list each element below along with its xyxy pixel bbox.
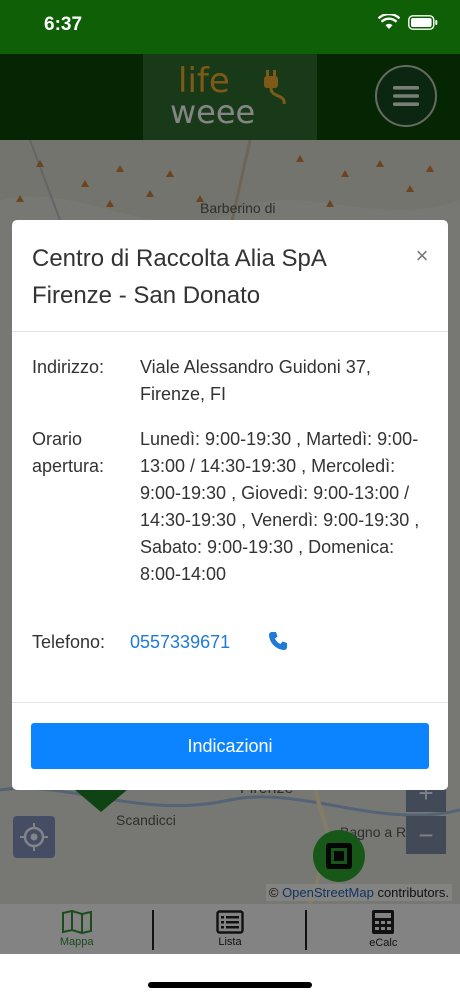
tab-ecalc[interactable]: eCalc [307,904,460,954]
status-bar: 6:37 [0,0,460,54]
close-button[interactable]: × [410,243,434,268]
status-icons [378,14,438,30]
home-area [0,954,460,996]
home-indicator[interactable] [148,982,312,988]
modal-footer: Indicazioni [12,702,448,790]
status-time: 6:37 [44,14,83,35]
hours-value: Lunedì: 9:00-19:30 , Martedì: 9:00-13:00… [140,429,420,584]
calculator-icon [372,910,395,934]
hours-label: Orario apertura: [32,429,105,476]
phone-row: Telefono: 0557339671 [32,629,432,656]
tab-map-label: Mappa [59,936,94,948]
address-label: Indirizzo: [32,357,105,377]
modal-header: Centro di Raccolta Alia SpA Firenze - Sa… [12,220,448,332]
tab-list-label: Lista [218,936,242,948]
hours-row: Orario apertura: Lunedì: 9:00-19:30 , Ma… [32,426,432,616]
tab-divider [305,910,307,950]
tab-list[interactable]: Lista [153,904,306,954]
battery-icon [408,14,438,30]
map-icon [61,910,92,934]
bottom-tab-bar: Mappa Lista eCalc [0,904,460,954]
phone-link[interactable]: 0557339671 [130,629,250,656]
list-icon [216,910,244,934]
wifi-icon [378,14,400,29]
phone-icon[interactable] [268,631,288,651]
tab-map[interactable]: Mappa [0,904,153,954]
tab-divider [152,910,154,950]
directions-button[interactable]: Indicazioni [31,723,429,769]
address-value: Viale Alessandro Guidoni 37, Firenze, FI [140,357,371,404]
phone-label: Telefono: [32,632,106,652]
tab-ecalc-label: eCalc [369,937,398,949]
modal-body: Indirizzo: Viale Alessandro Guidoni 37, … [32,354,432,656]
modal-title: Centro di Raccolta Alia SpA Firenze - Sa… [32,245,326,309]
location-detail-modal: Centro di Raccolta Alia SpA Firenze - Sa… [12,220,448,790]
address-row: Indirizzo: Viale Alessandro Guidoni 37, … [32,354,432,408]
